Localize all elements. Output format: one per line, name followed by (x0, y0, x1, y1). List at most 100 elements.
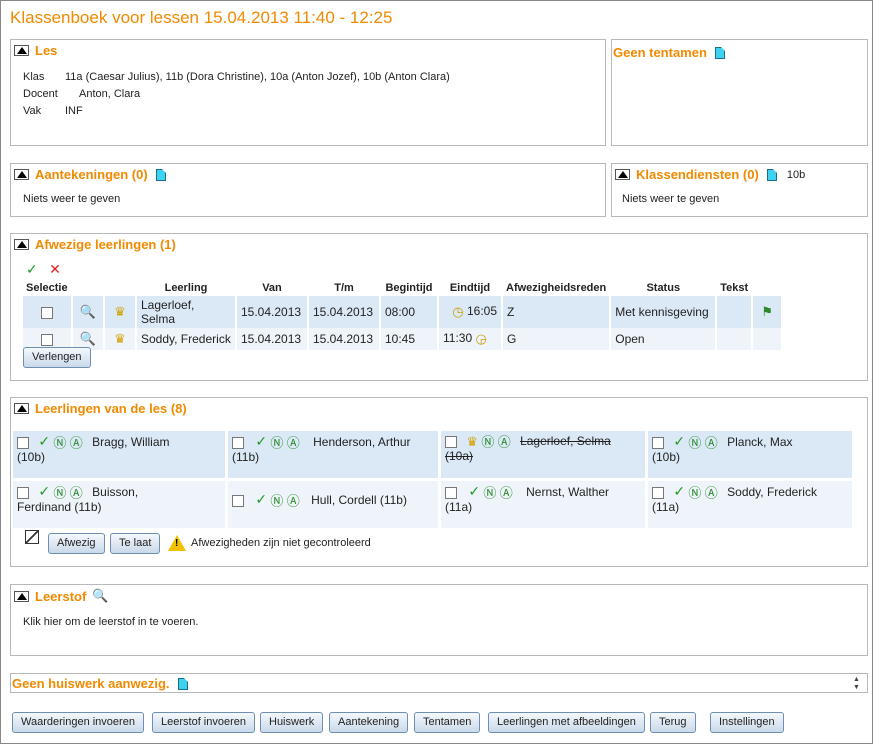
student-klas: (10b) (652, 450, 681, 465)
collapse-icon[interactable] (14, 239, 29, 250)
flag-icon[interactable]: ⚑ (761, 304, 773, 319)
aantekeningen-header-label: Aantekeningen (0) (35, 167, 148, 182)
present-check-icon[interactable]: ✓ (673, 483, 685, 499)
absent-note-icon[interactable]: Ⓐ (500, 485, 513, 500)
col-van: Van (262, 282, 282, 294)
absent-note-icon[interactable]: Ⓐ (498, 434, 511, 449)
cell-van: 15.04.2013 (237, 296, 307, 328)
late-clock-icon[interactable]: Ⓝ (688, 485, 701, 500)
crown-icon[interactable]: ♛ (466, 434, 478, 449)
student-card[interactable]: ✓ Ⓝ Ⓐ Bragg, William (10b) (13, 431, 225, 478)
late-clock-icon[interactable]: Ⓝ (483, 485, 496, 500)
clock-icon[interactable]: ◶ (475, 331, 486, 346)
student-card[interactable]: ✓ Ⓝ Ⓐ Nernst, Walther (11a) (441, 481, 645, 528)
student-card[interactable]: ✓ Ⓝ Ⓐ Buisson, Ferdinand (11b) (13, 481, 225, 528)
huiswerk-header-label: Geen huiswerk aanwezig. (12, 676, 170, 691)
student-checkbox[interactable] (652, 436, 664, 449)
waarderingen-invoeren-button[interactable]: Waarderingen invoeren (12, 712, 144, 733)
afwezig-button[interactable]: Afwezig (48, 533, 105, 554)
cell-van: 15.04.2013 (237, 328, 307, 350)
late-clock-icon[interactable]: Ⓝ (53, 435, 66, 450)
absent-note-icon[interactable]: Ⓐ (70, 485, 83, 500)
absent-note-icon[interactable]: Ⓐ (705, 485, 718, 500)
klassendiensten-header[interactable]: Klassendiensten (0) 10b (615, 167, 805, 182)
student-checkbox[interactable] (232, 494, 244, 507)
tentamen-button[interactable]: Tentamen (414, 712, 481, 733)
collapse-icon[interactable] (14, 590, 29, 602)
col-tm: T/m (334, 282, 354, 294)
toggle-view-icon[interactable] (25, 530, 39, 544)
student-name: Bragg, William (92, 435, 170, 449)
student-checkbox[interactable] (652, 486, 664, 499)
absent-note-icon[interactable]: Ⓐ (287, 493, 300, 508)
present-check-icon[interactable]: ✓ (468, 483, 480, 499)
late-clock-icon[interactable]: Ⓝ (688, 435, 701, 450)
new-document-icon[interactable] (155, 168, 166, 181)
magnifier-icon[interactable]: 🔍 (80, 304, 96, 319)
les-header[interactable]: Les (14, 43, 57, 58)
collapse-icon[interactable] (14, 403, 29, 414)
student-card[interactable]: ✓ Ⓝ Ⓐ Henderson, Arthur (11b) (228, 431, 438, 478)
present-check-icon[interactable]: ✓ (255, 491, 267, 507)
collapse-icon[interactable] (14, 45, 29, 56)
absent-note-icon[interactable]: Ⓐ (287, 435, 300, 450)
leerstof-invoeren-button[interactable]: Leerstof invoeren (152, 712, 255, 733)
student-card[interactable]: ♛ Ⓝ Ⓐ Lagerloef, Selma (10a) (441, 431, 645, 478)
present-check-icon[interactable]: ✓ (38, 483, 50, 499)
present-check-icon[interactable]: ✓ (38, 433, 50, 449)
huiswerk-panel: Geen huiswerk aanwezig. ▲ ▼ (10, 673, 868, 693)
terug-button[interactable]: Terug (650, 712, 696, 733)
les-label-klas: Klas (23, 71, 45, 83)
new-document-icon[interactable] (177, 677, 188, 690)
student-klas: (10b) (17, 450, 46, 465)
leerstof-header[interactable]: Leerstof 🔍 (14, 588, 108, 604)
magnifier-icon[interactable]: 🔍 (80, 331, 96, 346)
student-checkbox[interactable] (445, 435, 457, 448)
scroll-spinner[interactable]: ▲ ▼ (853, 676, 863, 692)
les-label-docent: Docent (23, 88, 58, 100)
absent-note-icon[interactable]: Ⓐ (70, 435, 83, 450)
student-checkbox[interactable] (445, 486, 457, 499)
late-clock-icon[interactable]: Ⓝ (270, 435, 283, 450)
table-row: 🔍 ♛ Soddy, Frederick 15.04.2013 15.04.20… (23, 328, 782, 350)
cell-reden: Z (503, 296, 610, 328)
table-row: 🔍 ♛ Lagerloef, Selma 15.04.2013 15.04.20… (23, 296, 782, 328)
leerlingen-met-afbeeldingen-button[interactable]: Leerlingen met afbeeldingen (488, 712, 645, 733)
late-clock-icon[interactable]: Ⓝ (481, 434, 494, 449)
student-card[interactable]: ✓ Ⓝ Ⓐ Soddy, Frederick (11a) (648, 481, 852, 528)
aantekening-button[interactable]: Aantekening (329, 712, 409, 733)
leerstof-link[interactable]: Klik hier om de leerstof in te voeren. (23, 616, 198, 628)
crown-icon[interactable]: ♛ (114, 304, 126, 319)
present-check-icon[interactable]: ✓ (673, 433, 685, 449)
student-card[interactable]: ✓ Ⓝ Ⓐ Hull, Cordell (11b) (228, 481, 438, 528)
verlengen-button[interactable]: Verlengen (23, 347, 91, 368)
aantekeningen-header[interactable]: Aantekeningen (0) (14, 167, 166, 182)
student-name: Soddy, Frederick (727, 485, 817, 499)
absent-note-icon[interactable]: Ⓐ (705, 435, 718, 450)
te-laat-button[interactable]: Te laat (110, 533, 161, 554)
late-clock-icon[interactable]: Ⓝ (53, 485, 66, 500)
student-card[interactable]: ✓ Ⓝ Ⓐ Planck, Max (10b) (648, 431, 852, 478)
student-checkbox[interactable] (232, 436, 244, 449)
instellingen-button[interactable]: Instellingen (710, 712, 784, 733)
late-clock-icon[interactable]: Ⓝ (270, 493, 283, 508)
row-select-checkbox[interactable] (41, 306, 53, 319)
crown-icon[interactable]: ♛ (114, 331, 126, 346)
student-checkbox[interactable] (17, 486, 29, 499)
row-select-checkbox[interactable] (41, 333, 53, 346)
magnifier-icon[interactable]: 🔍 (92, 588, 108, 604)
collapse-icon[interactable] (615, 169, 630, 180)
leerlingen-header[interactable]: Leerlingen van de les (8) (14, 401, 187, 416)
deselect-all-cross-icon[interactable]: ✕ (49, 261, 61, 277)
afwezig-header[interactable]: Afwezige leerlingen (1) (14, 237, 176, 252)
huiswerk-button[interactable]: Huiswerk (260, 712, 324, 733)
collapse-icon[interactable] (14, 169, 29, 180)
clock-icon[interactable]: ◷ (452, 304, 463, 319)
col-icon1 (73, 280, 103, 296)
new-document-icon[interactable] (766, 168, 777, 181)
cell-tm: 15.04.2013 (309, 328, 379, 350)
student-checkbox[interactable] (17, 436, 29, 449)
new-document-icon[interactable] (714, 46, 725, 59)
present-check-icon[interactable]: ✓ (255, 433, 267, 449)
select-all-check-icon[interactable]: ✓ (26, 261, 38, 277)
